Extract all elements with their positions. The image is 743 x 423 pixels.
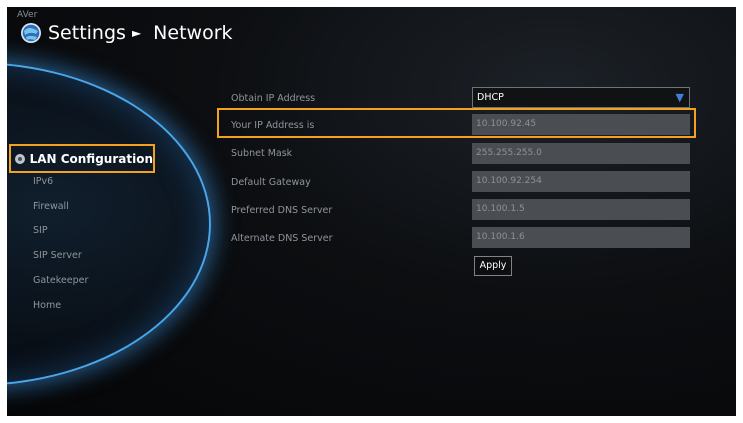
- sidebar-item-label: LAN Configuration: [29, 151, 153, 166]
- sidebar-item-home[interactable]: Home: [33, 300, 61, 311]
- ip-address-label: Your IP Address is: [231, 120, 315, 131]
- selected-bullet-icon: [15, 153, 25, 164]
- settings-globe-icon: [21, 23, 41, 43]
- sidebar-item-gatekeeper[interactable]: Gatekeeper: [33, 275, 88, 286]
- breadcrumb-separator-icon: ►: [131, 26, 142, 40]
- obtain-ip-value: DHCP: [477, 92, 504, 103]
- page-title-section: Settings: [48, 22, 126, 44]
- sidebar-item-lan-configuration[interactable]: LAN Configuration: [9, 144, 155, 173]
- default-gateway-field[interactable]: 10.100.92.254: [472, 171, 690, 192]
- sidebar-item-ipv6[interactable]: IPv6: [33, 176, 53, 187]
- sidebar-item-sip[interactable]: SIP: [33, 225, 48, 236]
- subnet-mask-label: Subnet Mask: [231, 148, 293, 159]
- ip-address-field[interactable]: 10.100.92.45: [472, 114, 690, 135]
- alternate-dns-field[interactable]: 10.100.1.6: [472, 227, 690, 248]
- subnet-mask-field[interactable]: 255.255.255.0: [472, 143, 690, 164]
- apply-button[interactable]: Apply: [474, 256, 512, 276]
- dropdown-arrow-icon: ▼: [675, 91, 684, 104]
- settings-screen: AVer Settings ► Network LAN Configuratio…: [7, 7, 736, 416]
- obtain-ip-select[interactable]: DHCP ▼: [472, 87, 690, 108]
- sidebar-item-firewall[interactable]: Firewall: [33, 201, 69, 212]
- decorative-ring: [7, 62, 211, 386]
- preferred-dns-label: Preferred DNS Server: [231, 205, 333, 216]
- preferred-dns-field[interactable]: 10.100.1.5: [472, 199, 690, 220]
- page-title-page: Network: [153, 22, 233, 44]
- default-gateway-label: Default Gateway: [231, 177, 311, 188]
- page-header: Settings ► Network: [20, 22, 233, 44]
- obtain-ip-label: Obtain IP Address: [231, 93, 316, 104]
- sidebar-item-sip-server[interactable]: SIP Server: [33, 250, 82, 261]
- alternate-dns-label: Alternate DNS Server: [231, 233, 333, 244]
- brand-label: AVer: [17, 10, 38, 20]
